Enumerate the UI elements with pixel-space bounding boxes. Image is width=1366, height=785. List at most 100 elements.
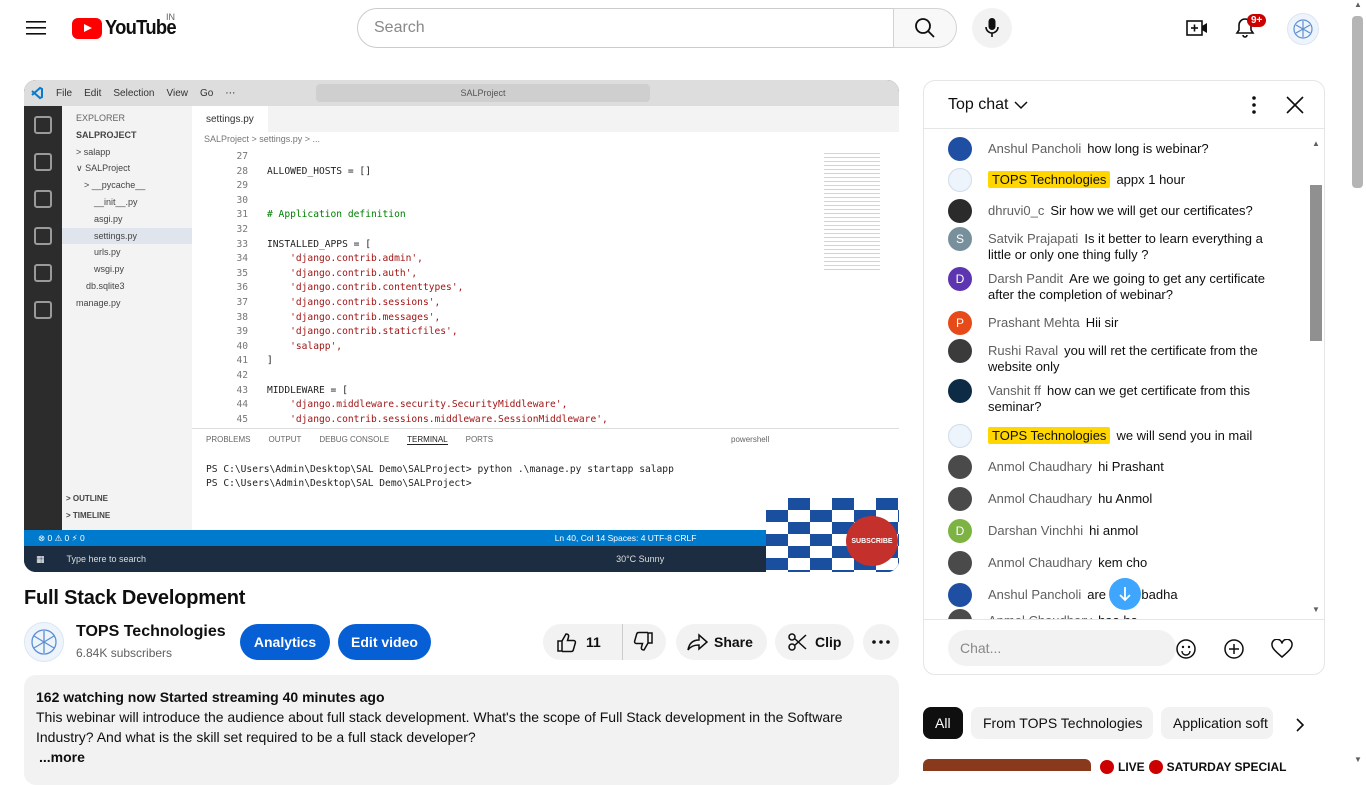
chat-author-name[interactable]: Darshan Vinchhi [988, 523, 1083, 538]
search-input[interactable]: Search [357, 8, 894, 48]
chat-author-avatar[interactable] [948, 168, 972, 192]
description-box[interactable]: 162 watching now Started streaming 40 mi… [24, 675, 899, 785]
chat-author-avatar[interactable] [948, 379, 972, 403]
chat-author-avatar[interactable]: S [948, 227, 972, 251]
account-avatar[interactable] [1287, 13, 1319, 45]
chat-scrollbar[interactable] [1310, 185, 1322, 341]
analytics-button[interactable]: Analytics [240, 624, 330, 660]
youtube-logo[interactable]: YouTube IN [72, 12, 182, 40]
chat-author-name[interactable]: Darsh Pandit [988, 271, 1063, 286]
share-button[interactable]: Share [676, 624, 767, 660]
scissors-icon [788, 633, 807, 651]
chat-message[interactable]: Anmol Chaudhary hu Anmol [948, 487, 1288, 511]
more-actions-button[interactable] [863, 624, 899, 660]
vs-menu-selection: Selection [113, 87, 155, 99]
code-text: 'django.contrib.staticfiles', [267, 326, 458, 338]
chat-message[interactable]: Vanshit ff how can we get certificate fro… [948, 379, 1288, 415]
tops-logo-icon [1293, 19, 1313, 39]
dislike-button[interactable] [623, 624, 665, 660]
chat-message[interactable]: S Satvik Prajapati Is it better to learn e… [948, 227, 1288, 263]
suggested-title-text: SATURDAY SPECIAL [1166, 760, 1287, 774]
emoji-button[interactable] [1173, 636, 1199, 662]
code-text: 'django.middleware.security.SecurityMidd… [267, 399, 568, 411]
vs-terminal-shell: powershell [731, 435, 770, 444]
code-text: 'salapp', [267, 340, 343, 352]
chat-author-name[interactable]: dhruvi0_c [988, 203, 1044, 218]
description-text: This webinar will introduce the audience… [36, 709, 843, 745]
clip-button[interactable]: Clip [775, 624, 854, 660]
create-button[interactable] [1181, 12, 1213, 44]
chat-author-name[interactable]: Prashant Mehta [988, 315, 1080, 330]
chat-author-avatar[interactable] [948, 199, 972, 223]
chips-next-button[interactable] [1288, 713, 1312, 737]
chat-author-avatar[interactable] [948, 583, 972, 607]
close-icon[interactable] [1286, 95, 1305, 114]
show-more-link[interactable]: ...more [39, 747, 887, 767]
chat-author-name[interactable]: TOPS Technologies [988, 427, 1111, 444]
page-scroll-down-arrow[interactable]: ▼ [1353, 755, 1363, 764]
chat-author-name[interactable]: Anmol Chaudhary [988, 555, 1092, 570]
chat-scroll-down-arrow[interactable]: ▼ [1312, 605, 1320, 614]
chat-input[interactable]: Chat... [948, 630, 1176, 666]
voice-search-button[interactable] [972, 8, 1012, 48]
chat-message[interactable]: Rushi Raval you will ret the certificate … [948, 339, 1288, 375]
chat-author-avatar[interactable] [948, 551, 972, 575]
chat-message[interactable]: TOPS Technologies appx 1 hour [948, 168, 1288, 192]
clip-label: Clip [815, 634, 842, 650]
chat-scroll-up-arrow[interactable]: ▲ [1312, 139, 1320, 148]
vs-activity-bar [24, 106, 62, 530]
chat-author-name[interactable]: Rushi Raval [988, 343, 1058, 358]
chat-author-avatar[interactable] [948, 455, 972, 479]
chip-application-software[interactable]: Application soft [1161, 707, 1273, 739]
chat-author-avatar[interactable] [948, 424, 972, 448]
chat-author-name[interactable]: Anmol Chaudhary [988, 459, 1092, 474]
chat-author-avatar[interactable]: P [948, 311, 972, 335]
search-button[interactable] [893, 8, 957, 48]
chat-message[interactable]: Anmol Chaudhary hi Prashant [948, 455, 1288, 479]
chat-author-name[interactable]: Anshul Pancholi [988, 141, 1081, 156]
vs-panel-tab: DEBUG CONSOLE [319, 435, 390, 444]
page-scroll-up-arrow[interactable]: ▲ [1353, 0, 1363, 9]
chat-message[interactable]: D Darshan Vinchhi hi anmol [948, 519, 1288, 543]
suggested-video-title[interactable]: LIVE SATURDAY SPECIAL [1100, 760, 1286, 774]
chat-message[interactable]: Anshul Pancholi how long is webinar? [948, 137, 1288, 161]
line-number: 43 [236, 384, 248, 396]
chat-author-avatar[interactable]: D [948, 267, 972, 291]
chat-author-name[interactable]: Anmol Chaudhary [988, 491, 1092, 506]
code-line: 28 ALLOWED_HOSTS = [] [192, 165, 608, 180]
add-button[interactable] [1221, 636, 1247, 662]
video-player[interactable]: File Edit Selection View Go ⋯ SALProject… [24, 80, 899, 572]
chat-message[interactable]: P Prashant Mehta Hii sir [948, 311, 1288, 335]
chat-author-avatar[interactable] [948, 339, 972, 363]
code-line: 45 'django.contrib.sessions.middleware.S… [192, 413, 607, 428]
channel-avatar[interactable] [24, 622, 64, 662]
chat-message[interactable]: D Darsh Pandit Are we going to get any cer… [948, 267, 1288, 303]
chat-message[interactable]: Anmol Chaudhary kem cho [948, 551, 1288, 575]
chat-author-name[interactable]: Vanshit ff [988, 383, 1041, 398]
suggested-video-thumbnail[interactable] [923, 759, 1091, 771]
edit-video-button[interactable]: Edit video [338, 624, 431, 660]
chat-author-name[interactable]: TOPS Technologies [988, 171, 1111, 188]
page-scrollbar[interactable] [1352, 16, 1363, 188]
chip-all[interactable]: All [923, 707, 963, 739]
chat-author-avatar[interactable]: D [948, 519, 972, 543]
chat-author-name[interactable]: Anshul Pancholi [988, 587, 1081, 602]
code-text: 'django.contrib.messages', [267, 311, 441, 323]
chat-author-avatar[interactable] [948, 609, 972, 619]
channel-name[interactable]: TOPS Technologies [76, 623, 226, 641]
chat-author-avatar[interactable] [948, 487, 972, 511]
more-vertical-icon[interactable] [1252, 95, 1257, 114]
chevron-down-icon[interactable] [1014, 100, 1029, 110]
chat-author-avatar[interactable] [948, 137, 972, 161]
chat-message[interactable]: dhruvi0_c Sir how we will get our certifi… [948, 199, 1288, 223]
chat-message[interactable]: TOPS Technologies we will send you in mai… [948, 424, 1288, 448]
chat-mode-label[interactable]: Top chat [948, 96, 1008, 114]
chip-from-channel[interactable]: From TOPS Technologies [971, 707, 1153, 739]
guide-menu-button[interactable] [20, 12, 52, 44]
like-button[interactable]: 11 [543, 624, 623, 660]
chat-message-text: kem cho [1098, 555, 1148, 570]
scroll-to-bottom-button[interactable] [1109, 578, 1141, 610]
chat-message[interactable]: Anmol Chaudharyhaa ha [948, 609, 1288, 619]
chat-author-name[interactable]: Satvik Prajapati [988, 231, 1078, 246]
reaction-button[interactable] [1269, 636, 1295, 662]
